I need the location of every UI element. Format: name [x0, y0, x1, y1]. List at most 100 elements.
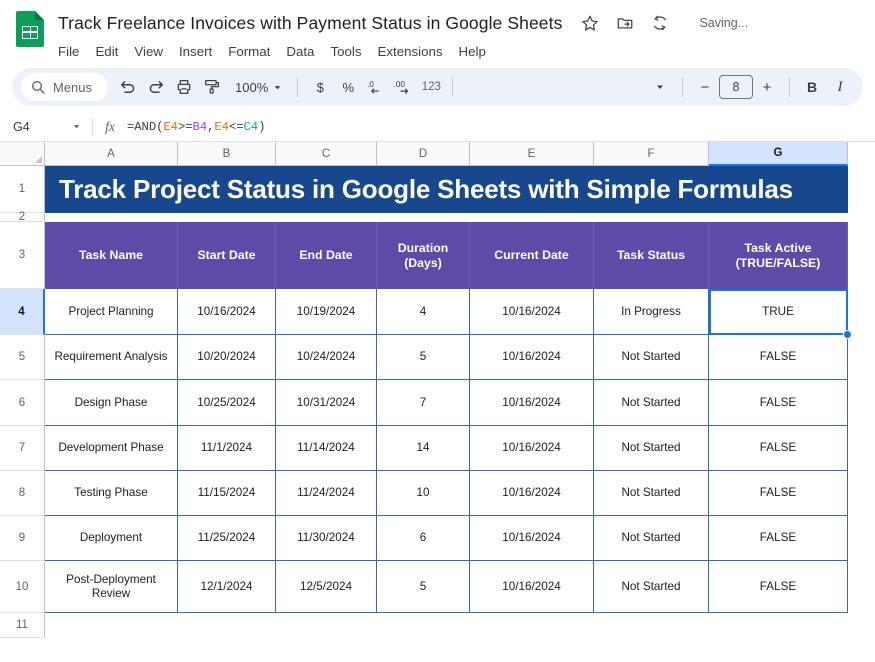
increase-decimal-icon[interactable]: .00 [390, 73, 418, 101]
cell-G4[interactable]: TRUE [709, 289, 848, 335]
cell-F4[interactable]: In Progress [594, 289, 709, 335]
cell-A6[interactable]: Design Phase [45, 380, 178, 426]
cell-C7[interactable]: 11/14/2024 [276, 426, 377, 471]
cell-B10[interactable]: 12/1/2024 [178, 561, 276, 613]
cell-F10[interactable]: Not Started [594, 561, 709, 613]
zoom-selector[interactable]: 100% [228, 74, 287, 100]
cell-E8[interactable]: 10/16/2024 [470, 471, 594, 516]
cell-B7[interactable]: 11/1/2024 [178, 426, 276, 471]
cell-F11[interactable] [594, 613, 709, 638]
row-header-6[interactable]: 6 [0, 380, 45, 426]
menu-help[interactable]: Help [451, 42, 494, 61]
document-title[interactable]: Track Freelance Invoices with Payment St… [58, 13, 562, 34]
cell-F5[interactable]: Not Started [594, 335, 709, 380]
row-header-7[interactable]: 7 [0, 426, 45, 471]
star-icon[interactable] [580, 14, 599, 33]
cell-D10[interactable]: 5 [377, 561, 470, 613]
bold-button[interactable]: B [798, 73, 826, 101]
column-header-a[interactable]: A [45, 142, 178, 166]
percent-format-button[interactable]: % [334, 80, 362, 95]
chevron-down-icon[interactable] [71, 121, 82, 132]
move-to-folder-icon[interactable] [615, 14, 634, 33]
cell-D11[interactable] [377, 613, 470, 638]
menu-format[interactable]: Format [220, 42, 278, 61]
cell-A10[interactable]: Post-Deployment Review [45, 561, 178, 613]
cell-G10[interactable]: FALSE [709, 561, 848, 613]
cell-C9[interactable]: 11/30/2024 [276, 516, 377, 561]
cell-C4[interactable]: 10/19/2024 [276, 289, 377, 335]
cell-C8[interactable]: 11/24/2024 [276, 471, 377, 516]
cell-A4[interactable]: Project Planning [45, 289, 178, 335]
cell-E10[interactable]: 10/16/2024 [470, 561, 594, 613]
column-header-c[interactable]: C [276, 142, 377, 166]
column-header-e[interactable]: E [470, 142, 594, 166]
name-box[interactable]: G4 [0, 120, 92, 134]
cell-F6[interactable]: Not Started [594, 380, 709, 426]
formula-input[interactable]: =AND(E4>=B4,E4<=C4) [127, 120, 265, 134]
cell-B9[interactable]: 11/25/2024 [178, 516, 276, 561]
redo-icon[interactable] [142, 73, 170, 101]
cell-D8[interactable]: 10 [377, 471, 470, 516]
italic-button[interactable]: I [826, 73, 854, 101]
increase-font-size-button[interactable]: + [753, 73, 781, 101]
table-header-G3[interactable]: Task Active (TRUE/FALSE) [709, 222, 848, 289]
spacer-cell-F[interactable] [594, 213, 709, 222]
spacer-cell-B[interactable] [178, 213, 276, 222]
spacer-cell-A[interactable] [45, 213, 178, 222]
decrease-decimal-icon[interactable]: .0 [362, 73, 390, 101]
spacer-cell-E[interactable] [470, 213, 594, 222]
cell-B4[interactable]: 10/16/2024 [178, 289, 276, 335]
cell-A9[interactable]: Deployment [45, 516, 178, 561]
menu-file[interactable]: File [58, 42, 87, 61]
column-header-b[interactable]: B [178, 142, 276, 166]
cell-E9[interactable]: 10/16/2024 [470, 516, 594, 561]
table-header-F3[interactable]: Task Status [594, 222, 709, 289]
menu-tools[interactable]: Tools [322, 42, 369, 61]
column-header-f[interactable]: F [594, 142, 709, 166]
cell-E6[interactable]: 10/16/2024 [470, 380, 594, 426]
table-header-D3[interactable]: Duration (Days) [377, 222, 470, 289]
cell-C10[interactable]: 12/5/2024 [276, 561, 377, 613]
fx-icon[interactable]: fx [93, 119, 127, 135]
cell-G8[interactable]: FALSE [709, 471, 848, 516]
font-size-input[interactable]: 8 [719, 75, 753, 99]
row-header-3[interactable]: 3 [0, 222, 45, 289]
table-header-B3[interactable]: Start Date [178, 222, 276, 289]
row-header-1[interactable]: 1 [0, 166, 45, 213]
paint-format-icon[interactable] [198, 73, 226, 101]
cell-B5[interactable]: 10/20/2024 [178, 335, 276, 380]
cell-E5[interactable]: 10/16/2024 [470, 335, 594, 380]
cell-E11[interactable] [470, 613, 594, 638]
menu-view[interactable]: View [126, 42, 171, 61]
cell-F9[interactable]: Not Started [594, 516, 709, 561]
cell-D5[interactable]: 5 [377, 335, 470, 380]
column-header-g[interactable]: G [709, 142, 848, 166]
cell-D9[interactable]: 6 [377, 516, 470, 561]
print-icon[interactable] [170, 73, 198, 101]
cell-C5[interactable]: 10/24/2024 [276, 335, 377, 380]
menu-extensions[interactable]: Extensions [369, 42, 450, 61]
cell-E7[interactable]: 10/16/2024 [470, 426, 594, 471]
cell-D7[interactable]: 14 [377, 426, 470, 471]
version-history-icon[interactable] [650, 14, 669, 33]
cell-A8[interactable]: Testing Phase [45, 471, 178, 516]
row-header-2[interactable]: 2 [0, 211, 45, 223]
cell-B11[interactable] [178, 613, 276, 638]
more-options-chevron-down-icon[interactable] [646, 73, 674, 101]
column-header-d[interactable]: D [377, 142, 470, 166]
cell-A11[interactable] [45, 613, 178, 638]
cell-E4[interactable]: 10/16/2024 [470, 289, 594, 335]
row-header-10[interactable]: 10 [0, 561, 45, 613]
cell-G9[interactable]: FALSE [709, 516, 848, 561]
cell-C6[interactable]: 10/31/2024 [276, 380, 377, 426]
cell-F7[interactable]: Not Started [594, 426, 709, 471]
cell-G11[interactable] [709, 613, 848, 638]
cell-B6[interactable]: 10/25/2024 [178, 380, 276, 426]
row-header-9[interactable]: 9 [0, 516, 45, 561]
table-header-C3[interactable]: End Date [276, 222, 377, 289]
cell-D4[interactable]: 4 [377, 289, 470, 335]
fill-handle[interactable] [843, 330, 852, 339]
cell-B8[interactable]: 11/15/2024 [178, 471, 276, 516]
undo-icon[interactable] [114, 73, 142, 101]
cell-D6[interactable]: 7 [377, 380, 470, 426]
